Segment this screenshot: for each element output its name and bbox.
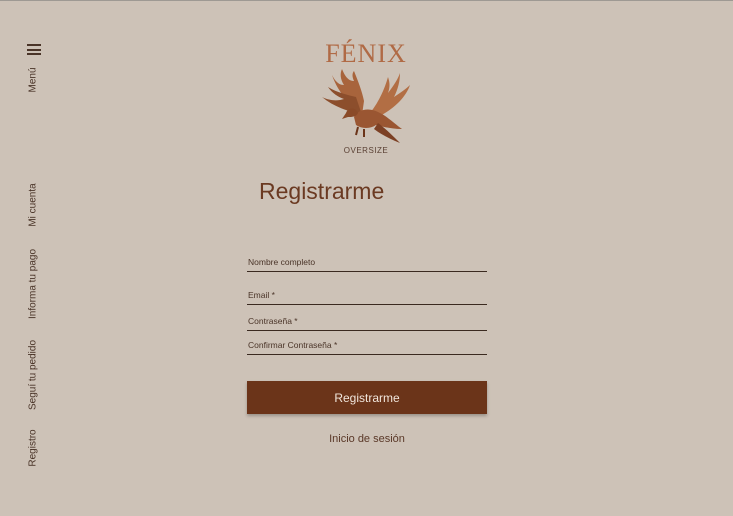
email-field[interactable]: Email *	[247, 287, 487, 305]
full-name-label: Nombre completo	[248, 257, 316, 267]
sidebar-item-registro[interactable]: Registro	[28, 429, 39, 466]
password-field[interactable]: Contraseña *	[247, 314, 487, 331]
sidebar-item-segui-tu-pedido[interactable]: Seguí tu pedido	[28, 340, 39, 410]
sidebar-item-mi-cuenta[interactable]: Mi cuenta	[28, 183, 39, 226]
brand-subtitle: OVERSIZE	[343, 146, 389, 155]
login-link[interactable]: Inicio de sesión	[247, 433, 487, 445]
register-button[interactable]: Registrarme	[247, 381, 487, 414]
brand-name: FÉNIX	[325, 39, 407, 68]
confirm-password-label: Confirmar Contraseña *	[248, 340, 338, 350]
full-name-field[interactable]: Nombre completo	[247, 253, 487, 272]
email-label: Email *	[248, 290, 275, 300]
sidebar: Menú Mi cuenta Informa tu pago Seguí tu …	[0, 1, 66, 516]
phoenix-eagle-icon	[322, 69, 410, 143]
sidebar-item-informa-tu-pago[interactable]: Informa tu pago	[28, 249, 39, 319]
confirm-password-field[interactable]: Confirmar Contraseña *	[247, 339, 487, 355]
password-label: Contraseña *	[248, 316, 298, 326]
hamburger-menu-icon[interactable]	[27, 44, 41, 55]
menu-label[interactable]: Menú	[28, 67, 39, 92]
brand-logo[interactable]: FÉNIX OVERSIZE	[310, 39, 422, 159]
page-title: Registrarme	[259, 178, 385, 204]
